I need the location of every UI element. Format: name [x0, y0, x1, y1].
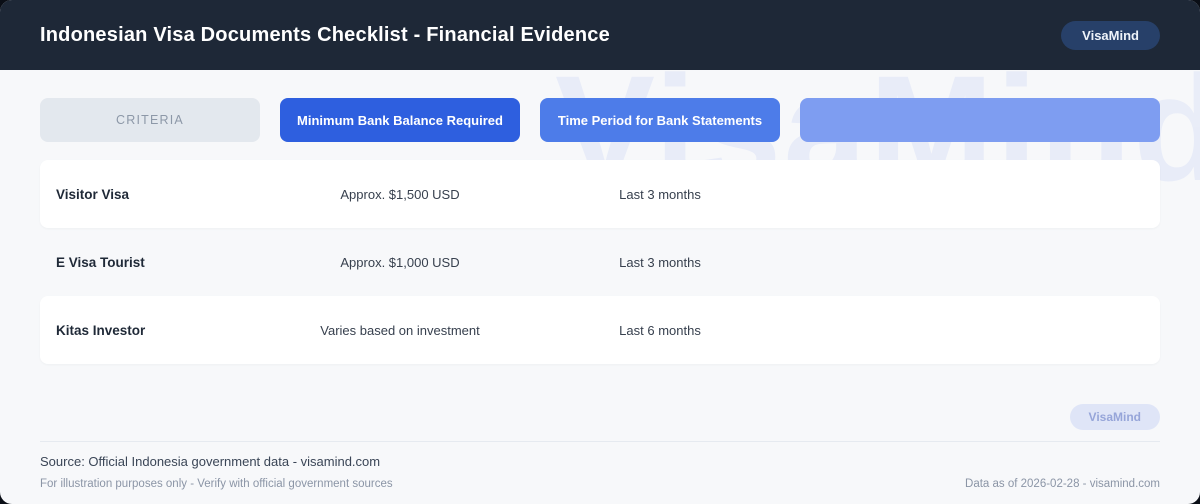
- column-header-row: CRITERIA Minimum Bank Balance Required Tim…: [40, 98, 1160, 142]
- row-value-cell: Last 6 months: [540, 323, 780, 338]
- row-value-cell: Last 3 months: [540, 255, 780, 270]
- content-area: VisaMind CRITERIA Minimum Bank Balance Re…: [0, 70, 1200, 504]
- column-header-blank[interactable]: [800, 98, 1160, 142]
- footer-divider: [40, 441, 1160, 442]
- page-title: Indonesian Visa Documents Checklist - Fi…: [40, 24, 610, 47]
- source-text: Source: Official Indonesia government da…: [40, 454, 1160, 469]
- row-value-cell: Approx. $1,500 USD: [280, 187, 520, 202]
- footer-badge-row: VisaMind: [40, 404, 1160, 430]
- fineprint-row: For illustration purposes only - Verify …: [40, 478, 1160, 490]
- row-value-cell: Last 3 months: [540, 187, 780, 202]
- data-as-of-text: Data as of 2026-02-28 - visamind.com: [965, 478, 1160, 490]
- app-header: Indonesian Visa Documents Checklist - Fi…: [0, 0, 1200, 70]
- column-header-criteria[interactable]: CRITERIA: [40, 98, 260, 142]
- row-value-cell: Approx. $1,000 USD: [280, 255, 520, 270]
- table-row: Kitas Investor Varies based on investment…: [40, 296, 1160, 364]
- table-row: Visitor Visa Approx. $1,500 USD Last 3 mon…: [40, 160, 1160, 228]
- column-header-minimum-bank-balance-required[interactable]: Minimum Bank Balance Required: [280, 98, 520, 142]
- row-value-cell: Varies based on investment: [280, 323, 520, 338]
- brand-badge[interactable]: VisaMind: [1061, 21, 1160, 50]
- page: Indonesian Visa Documents Checklist - Fi…: [0, 0, 1200, 504]
- row-criteria-label: Visitor Visa: [40, 187, 260, 202]
- row-criteria-label: Kitas Investor: [40, 323, 260, 338]
- table-row: E Visa Tourist Approx. $1,000 USD Last 3 m…: [40, 228, 1160, 296]
- disclaimer-text: For illustration purposes only - Verify …: [40, 478, 393, 490]
- row-criteria-label: E Visa Tourist: [40, 255, 260, 270]
- table-body: Visitor Visa Approx. $1,500 USD Last 3 mon…: [0, 160, 1200, 364]
- footer-brand-badge[interactable]: VisaMind: [1070, 404, 1160, 430]
- column-header-time-period-for-bank-statements[interactable]: Time Period for Bank Statements: [540, 98, 780, 142]
